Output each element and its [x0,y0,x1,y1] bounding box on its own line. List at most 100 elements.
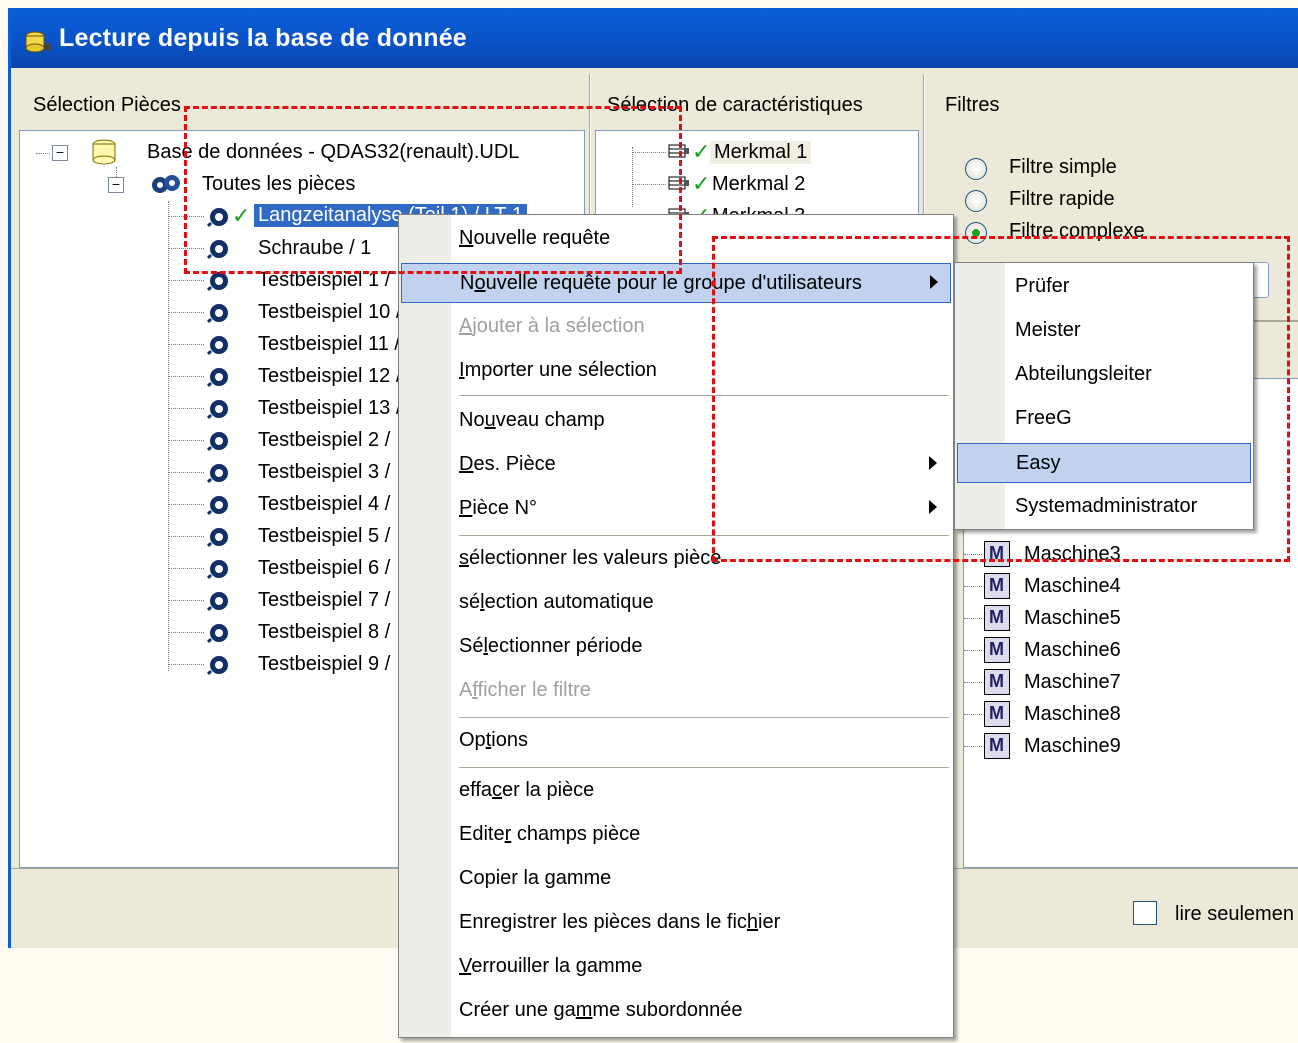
context-menu-item[interactable]: sélection automatique [399,583,953,623]
tree-line [168,536,204,537]
part-item-label: Testbeispiel 6 / [258,557,391,579]
context-menu-item-label: Enregistrer les pièces dans le fichier [459,911,781,933]
readonly-checkbox[interactable] [1133,901,1157,925]
part-icon [206,656,228,675]
context-menu-item-label: effacer la pièce [459,779,595,801]
part-icon [206,528,228,547]
filter-radio-label: Filtre simple [1009,156,1117,178]
part-icon [206,400,228,419]
parts-panel-title: Sélection Pièces [33,94,181,116]
machine-icon [984,573,1010,599]
part-icon [206,336,228,355]
machine-item[interactable]: Maschine4 [964,571,1294,601]
part-item-label: Testbeispiel 4 / [258,493,391,515]
tree-line [964,682,982,683]
collapse-toggle-icon[interactable]: − [52,145,68,161]
context-menu-item-label: Créer une gamme subordonnée [459,999,743,1021]
machine-label: Maschine6 [1024,639,1121,661]
tree-line [168,632,204,633]
machine-item[interactable]: Maschine5 [964,603,1294,633]
context-menu-item[interactable]: effacer la pièce [399,771,953,811]
tree-line [964,746,982,747]
context-menu-item[interactable]: Options [399,721,953,761]
part-icon [206,592,228,611]
title-bar[interactable]: Lecture depuis la base de donnée [11,8,1298,68]
context-menu-item[interactable]: Enregistrer les pièces dans le fichier [399,903,953,943]
parts-group-icon [152,175,180,193]
characteristic-label: Merkmal 1 [710,141,812,164]
tree-line [168,664,204,665]
part-icon [206,624,228,643]
context-menu-item-label: Des. Pièce [459,453,556,475]
readonly-label: lire seulemen [1175,903,1294,925]
part-icon [206,304,228,323]
part-item-label: Testbeispiel 8 / [258,621,391,643]
checkmark-icon: ✓ [692,139,711,164]
characteristic-label: Merkmal 2 [712,173,806,195]
filter-radio[interactable] [965,158,987,180]
part-item-label: Testbeispiel 13 / [258,397,402,419]
tree-line [168,472,204,473]
part-item-label: Testbeispiel 3 / [258,461,391,483]
part-item-label: Testbeispiel 11 / [258,333,400,355]
tree-line [168,280,204,281]
part-icon [206,432,228,451]
context-menu-item[interactable]: Verrouiller la gamme [399,947,953,987]
window-title: Lecture depuis la base de donnée [59,24,467,52]
machine-label: Maschine9 [1024,735,1121,757]
machine-icon [984,701,1010,727]
collapse-toggle-icon[interactable]: − [108,177,124,193]
context-menu-item-label: Copier la gamme [459,867,612,889]
tree-line [964,714,982,715]
part-item-label: Testbeispiel 2 / [258,429,391,451]
context-menu-item[interactable]: Sélectionner période [399,627,953,667]
tree-line [168,440,204,441]
context-menu-item[interactable]: Copier la gamme [399,859,953,899]
tree-line [168,344,204,345]
context-menu-item-label: Pièce N° [459,497,538,519]
part-item-label: Testbeispiel 5 / [258,525,391,547]
context-menu-item-label: Ajouter à la sélection [459,315,645,337]
machine-item[interactable]: Maschine9 [964,731,1294,761]
part-item-label: Testbeispiel 9 / [258,653,391,675]
part-item-label: Testbeispiel 7 / [258,589,391,611]
machine-icon [984,637,1010,663]
machine-label: Maschine4 [1024,575,1121,597]
machine-item[interactable]: Maschine8 [964,699,1294,729]
context-menu-item-label: Editer champs pièce [459,823,641,845]
tree-line [168,600,204,601]
machine-item[interactable]: Maschine7 [964,667,1294,697]
context-menu-item-label: sélection automatique [459,591,654,613]
machine-icon [984,605,1010,631]
filter-radio-label: Filtre rapide [1009,188,1115,210]
context-menu-item-label: Nouveau champ [459,409,605,431]
machine-label: Maschine5 [1024,607,1121,629]
part-icon [206,464,228,483]
annotation-box-part [184,106,682,274]
context-menu-item: Afficher le filtre [399,671,953,711]
menu-separator [459,767,949,769]
machine-icon [984,669,1010,695]
tree-line [168,376,204,377]
filter-radio[interactable] [965,190,987,212]
filters-panel-header: Filtres [931,74,1298,132]
part-icon [206,560,228,579]
database-icon [92,139,116,165]
tree-line [964,586,982,587]
machine-item[interactable]: Maschine6 [964,635,1294,665]
machine-icon [984,733,1010,759]
part-item-label: Testbeispiel 12 / [258,365,402,387]
annotation-box-submenu [712,236,1290,562]
context-menu-item[interactable]: Editer champs pièce [399,815,953,855]
context-menu-item-label: Options [459,729,528,751]
database-read-icon [25,31,52,53]
tree-line [168,504,204,505]
tree-line [964,618,982,619]
context-menu-item[interactable]: Créer une gamme subordonnée [399,991,953,1031]
machine-label: Maschine8 [1024,703,1121,725]
part-icon [206,496,228,515]
tree-line [964,650,982,651]
context-menu-item-label: sélectionner les valeurs pièce [459,547,722,569]
context-menu-item-label: Sélectionner période [459,635,643,657]
context-menu-item-label: Afficher le filtre [459,679,591,701]
